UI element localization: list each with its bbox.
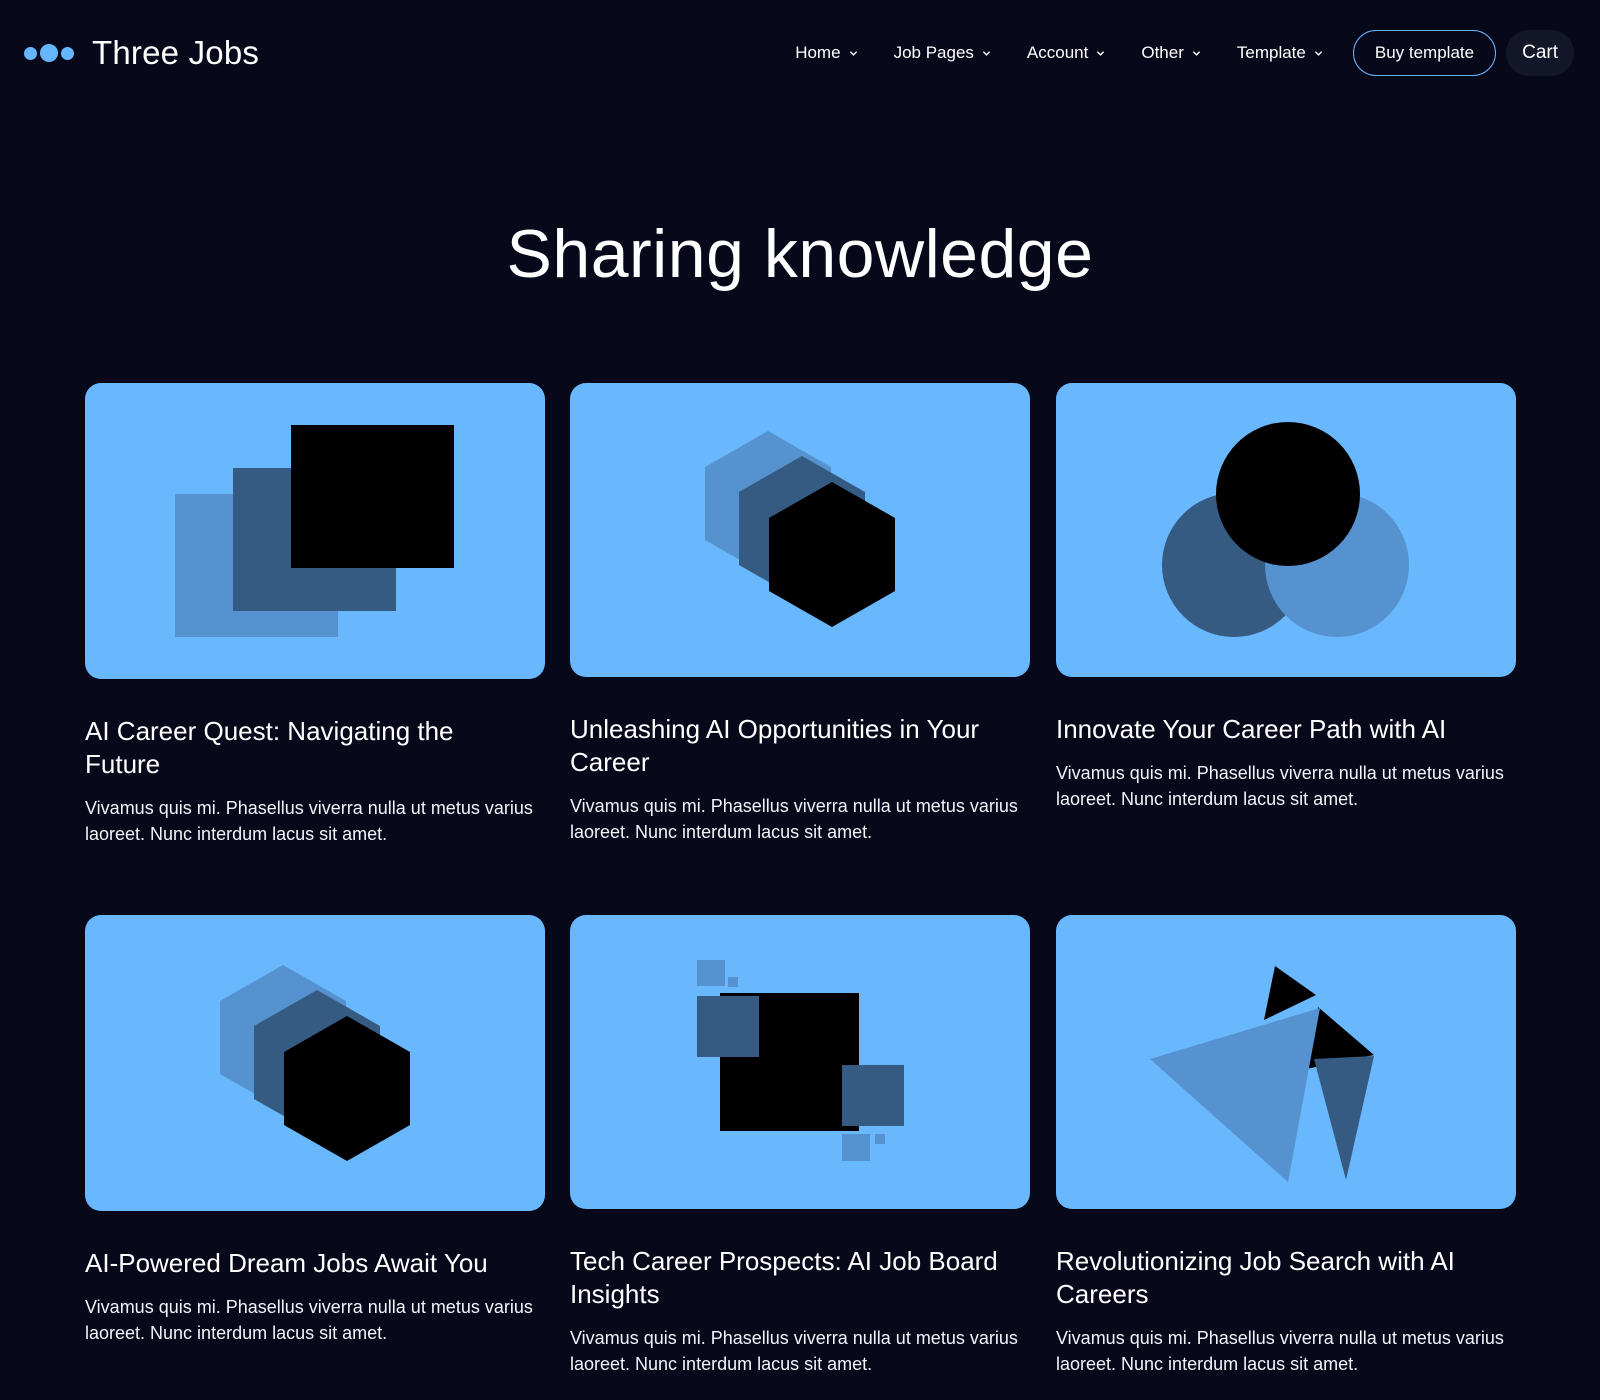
main-menu: Home Job Pages Account Other Template Bu… — [795, 29, 1574, 77]
card-title[interactable]: Tech Career Prospects: AI Job Board Insi… — [570, 1245, 1010, 1311]
card-excerpt: Vivamus quis mi. Phasellus viverra nulla… — [85, 798, 533, 844]
nav-item-label: Home — [795, 43, 841, 62]
blog-card[interactable]: Revolutionizing Job Search with AI Caree… — [1056, 915, 1516, 1377]
nav-item-label: Template — [1236, 43, 1306, 62]
nav-item-home[interactable]: Home — [795, 43, 857, 63]
chevron-down-icon — [1097, 50, 1105, 56]
nav-item-other[interactable]: Other — [1141, 43, 1201, 63]
blog-card[interactable]: AI-Powered Dream Jobs Await You Vivamus … — [85, 915, 545, 1346]
brand-logo[interactable]: Three Jobs — [24, 28, 259, 78]
buy-template-button[interactable]: Buy template — [1352, 30, 1497, 76]
stacked-hexagons-icon — [220, 965, 410, 1161]
stacked-hexagons-icon — [705, 431, 895, 627]
blog-card[interactable]: AI Career Quest: Navigating the Future V… — [85, 383, 545, 847]
nav-item-label: Account — [1026, 43, 1089, 62]
brand-name: Three Jobs — [92, 34, 260, 71]
card-image — [1056, 915, 1516, 1209]
nav-item-job-pages[interactable]: Job Pages — [894, 43, 991, 63]
cart-button[interactable]: Cart — [1506, 30, 1574, 76]
nav-item-label: Other — [1141, 43, 1184, 62]
chevron-down-icon — [849, 50, 857, 56]
card-excerpt: Vivamus quis mi. Phasellus viverra nulla… — [1056, 1328, 1504, 1374]
nav-item-account[interactable]: Account — [1027, 43, 1105, 63]
chevron-down-icon — [982, 50, 990, 56]
card-excerpt: Vivamus quis mi. Phasellus viverra nulla… — [570, 796, 1018, 842]
circles-icon — [1162, 422, 1409, 637]
card-image — [85, 915, 545, 1211]
nav-item-template[interactable]: Template — [1237, 43, 1323, 63]
card-title[interactable]: AI Career Quest: Navigating the Future — [85, 715, 525, 781]
top-navigation: Three Jobs Home Job Pages Account Other … — [0, 0, 1600, 106]
card-title[interactable]: Innovate Your Career Path with AI — [1056, 713, 1496, 746]
card-excerpt: Vivamus quis mi. Phasellus viverra nulla… — [570, 1328, 1018, 1374]
card-title[interactable]: AI-Powered Dream Jobs Await You — [85, 1247, 525, 1280]
stacked-squares-icon — [175, 425, 454, 637]
nav-item-label: Job Pages — [893, 43, 974, 62]
card-image — [85, 383, 545, 679]
blog-card[interactable]: Tech Career Prospects: AI Job Board Insi… — [570, 915, 1030, 1377]
card-excerpt: Vivamus quis mi. Phasellus viverra nulla… — [85, 1297, 533, 1343]
card-image — [570, 915, 1030, 1209]
chevron-down-icon — [1192, 50, 1200, 56]
card-title[interactable]: Revolutionizing Job Search with AI Caree… — [1056, 1245, 1496, 1311]
triangles-icon — [1150, 966, 1374, 1182]
card-excerpt: Vivamus quis mi. Phasellus viverra nulla… — [1056, 763, 1504, 809]
three-dots-logo-icon — [24, 44, 74, 62]
card-image — [570, 383, 1030, 677]
card-image — [1056, 383, 1516, 677]
blog-card[interactable]: Unleashing AI Opportunities in Your Care… — [570, 383, 1030, 845]
chevron-down-icon — [1314, 50, 1322, 56]
blog-card[interactable]: Innovate Your Career Path with AI Vivamu… — [1056, 383, 1516, 812]
page-title: Sharing knowledge — [506, 216, 1094, 292]
card-title[interactable]: Unleashing AI Opportunities in Your Care… — [570, 713, 1010, 779]
scattered-squares-icon — [697, 960, 904, 1161]
